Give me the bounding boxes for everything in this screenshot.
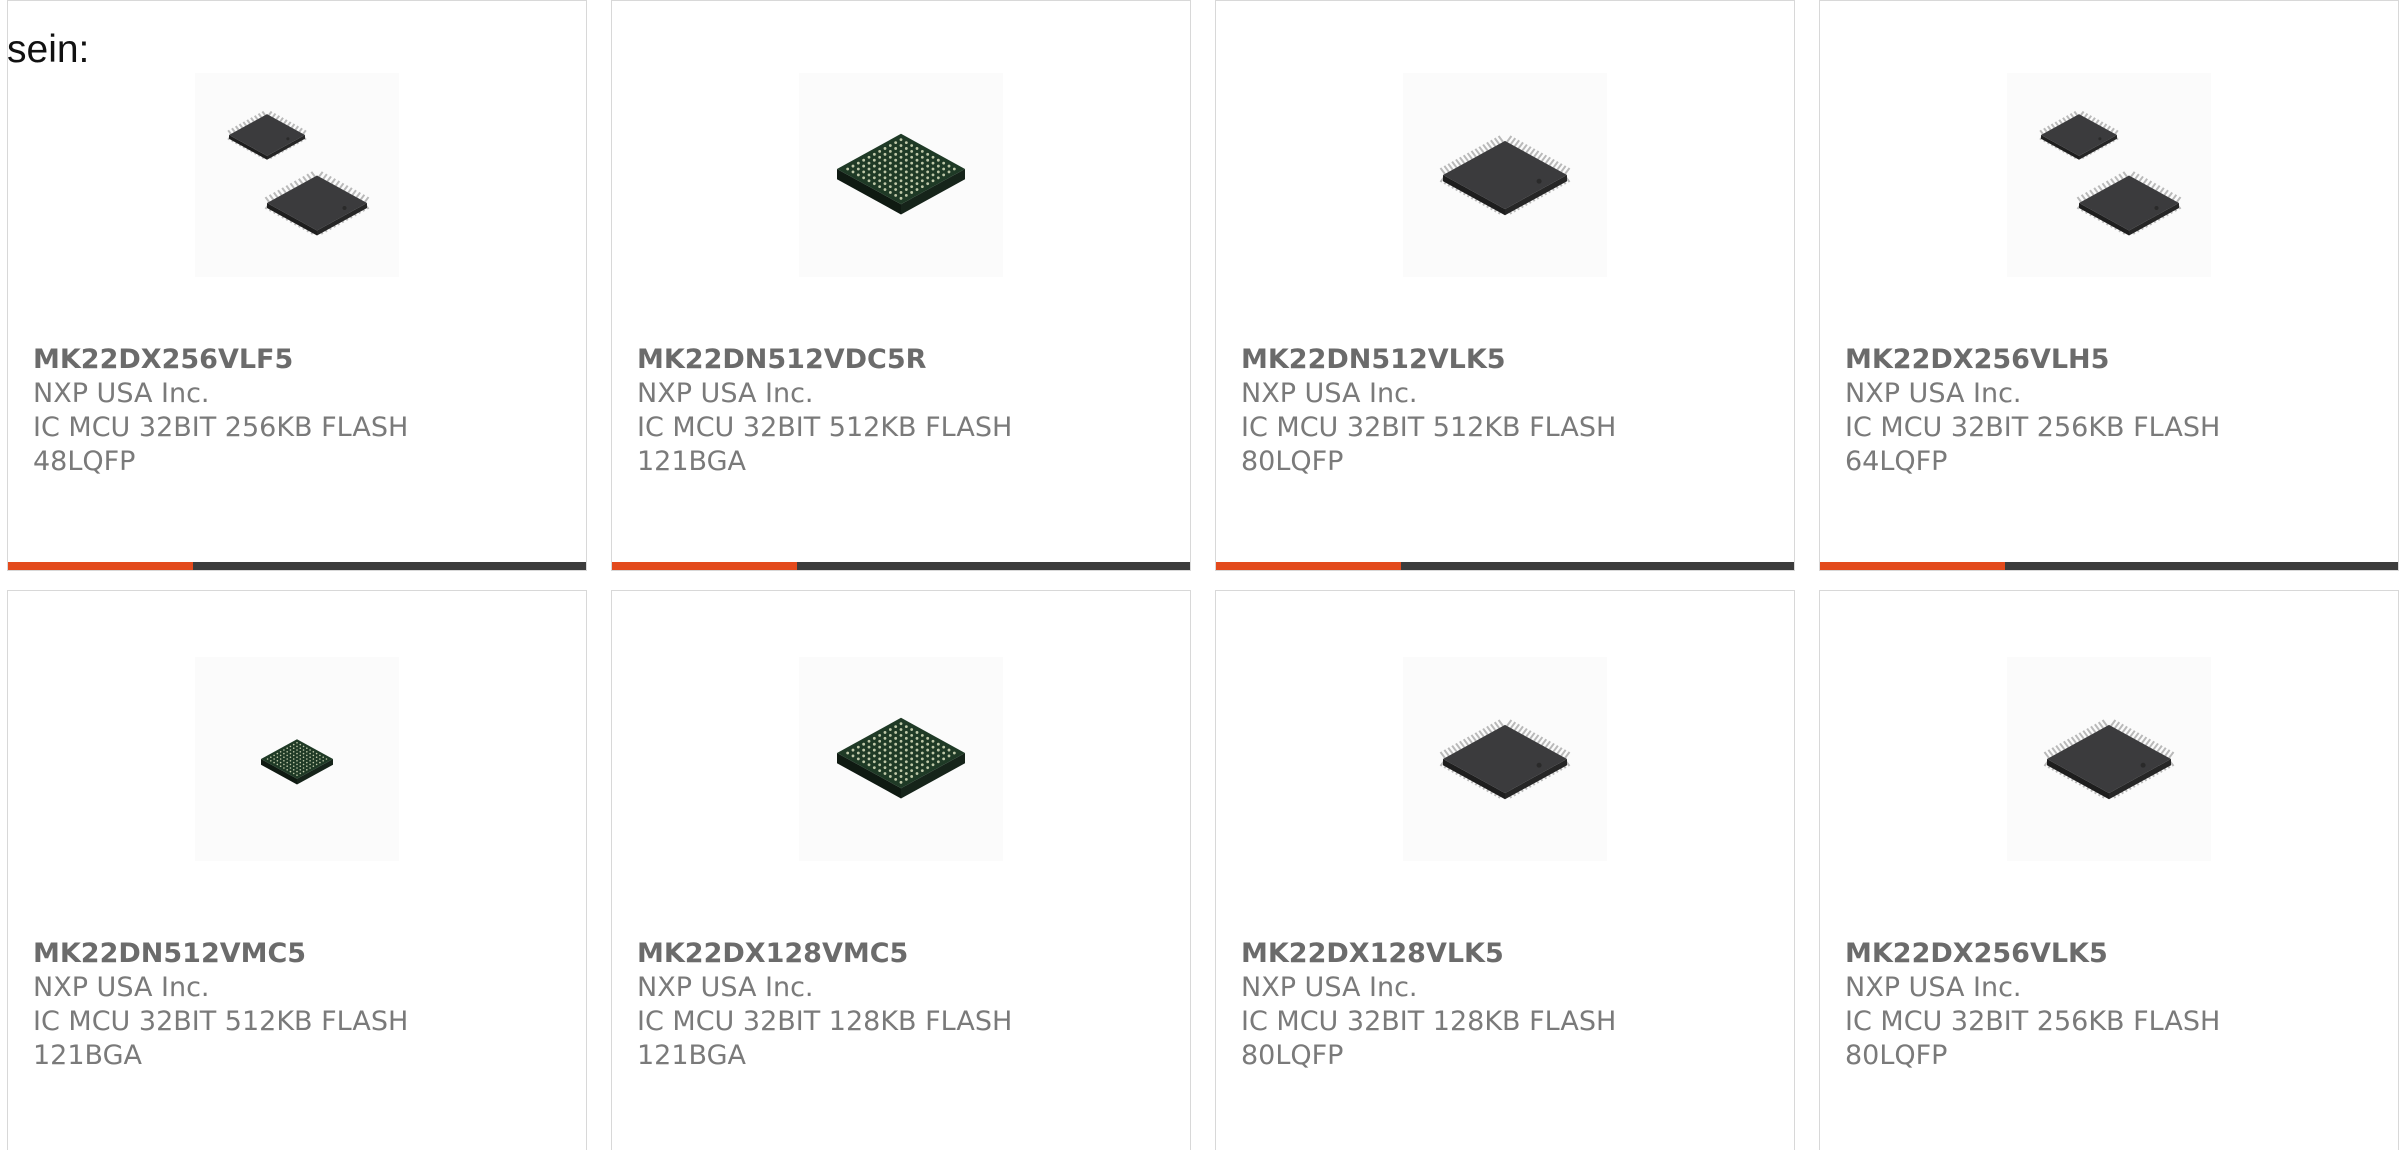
part-number-link[interactable]: MK22DN512VMC5 [33,937,408,971]
progress-bar-fill [612,562,797,570]
description-line-1: IC MCU 32BIT 512KB FLASH [33,1006,409,1037]
product-image[interactable] [1403,73,1607,277]
manufacturer: NXP USA Inc. [1845,972,2022,1003]
part-number-link[interactable]: MK22DX256VLH5 [1845,343,2220,377]
product-image[interactable] [799,657,1003,861]
page: sein: MK22DX256VLF5 NXP USA Inc. IC MCU … [0,0,2400,1150]
small-bga-chip-icon [261,739,333,785]
progress-bar [1216,562,1794,570]
intro-text: sein: [7,28,90,71]
product-info: MK22DX256VLH5 NXP USA Inc. IC MCU 32BIT … [1845,343,2220,479]
manufacturer: NXP USA Inc. [1845,378,2022,409]
description-line-1: IC MCU 32BIT 256KB FLASH [33,412,409,443]
description-line-1: IC MCU 32BIT 512KB FLASH [637,412,1013,443]
bga-chip-icon [837,717,965,799]
progress-bar-fill [1820,562,2005,570]
product-info: MK22DX256VLK5 NXP USA Inc. IC MCU 32BIT … [1845,937,2220,1073]
manufacturer: NXP USA Inc. [1241,378,1418,409]
description-line-2: 80LQFP [1241,446,1344,477]
manufacturer: NXP USA Inc. [637,972,814,1003]
product-card[interactable]: MK22DN512VDC5R NXP USA Inc. IC MCU 32BIT… [611,0,1191,571]
description-line-2: 121BGA [637,1040,746,1071]
description-line-2: 64LQFP [1845,446,1948,477]
lqfp-chip-icon [1439,135,1571,216]
part-number-link[interactable]: MK22DX128VMC5 [637,937,1012,971]
description-line-2: 121BGA [33,1040,142,1071]
description-line-1: IC MCU 32BIT 256KB FLASH [1845,1006,2221,1037]
product-card[interactable]: MK22DX128VLK5 NXP USA Inc. IC MCU 32BIT … [1215,590,1795,1150]
progress-bar [8,562,586,570]
description-line-1: IC MCU 32BIT 128KB FLASH [1241,1006,1617,1037]
part-number-link[interactable]: MK22DN512VDC5R [637,343,1012,377]
lqfp-chip-icon [2043,719,2175,800]
product-card[interactable]: MK22DX256VLK5 NXP USA Inc. IC MCU 32BIT … [1819,590,2399,1150]
product-card[interactable]: MK22DX256VLF5 NXP USA Inc. IC MCU 32BIT … [7,0,587,571]
part-number-link[interactable]: MK22DN512VLK5 [1241,343,1616,377]
product-card[interactable]: MK22DN512VMC5 NXP USA Inc. IC MCU 32BIT … [7,590,587,1150]
description-line-2: 121BGA [637,446,746,477]
product-card[interactable]: MK22DN512VLK5 NXP USA Inc. IC MCU 32BIT … [1215,0,1795,571]
product-info: MK22DX256VLF5 NXP USA Inc. IC MCU 32BIT … [33,343,408,479]
description-line-1: IC MCU 32BIT 128KB FLASH [637,1006,1013,1037]
product-image[interactable] [1403,657,1607,861]
progress-bar [612,562,1190,570]
product-info: MK22DN512VLK5 NXP USA Inc. IC MCU 32BIT … [1241,343,1616,479]
product-card[interactable]: MK22DX256VLH5 NXP USA Inc. IC MCU 32BIT … [1819,0,2399,571]
manufacturer: NXP USA Inc. [1241,972,1418,1003]
product-card[interactable]: MK22DX128VMC5 NXP USA Inc. IC MCU 32BIT … [611,590,1191,1150]
description-line-2: 48LQFP [33,446,136,477]
manufacturer: NXP USA Inc. [33,972,210,1003]
product-info: MK22DX128VMC5 NXP USA Inc. IC MCU 32BIT … [637,937,1012,1073]
progress-bar-fill [1216,562,1401,570]
product-image[interactable] [195,73,399,277]
product-info: MK22DX128VLK5 NXP USA Inc. IC MCU 32BIT … [1241,937,1616,1073]
progress-bar [1820,562,2398,570]
product-info: MK22DN512VMC5 NXP USA Inc. IC MCU 32BIT … [33,937,408,1073]
product-info: MK22DN512VDC5R NXP USA Inc. IC MCU 32BIT… [637,343,1012,479]
product-image[interactable] [799,73,1003,277]
part-number-link[interactable]: MK22DX256VLK5 [1845,937,2220,971]
dual-lqfp-chip-icon [227,110,370,236]
product-image[interactable] [2007,73,2211,277]
manufacturer: NXP USA Inc. [637,378,814,409]
product-image[interactable] [2007,657,2211,861]
product-image[interactable] [195,657,399,861]
description-line-1: IC MCU 32BIT 512KB FLASH [1241,412,1617,443]
part-number-link[interactable]: MK22DX256VLF5 [33,343,408,377]
description-line-1: IC MCU 32BIT 256KB FLASH [1845,412,2221,443]
lqfp-chip-icon [1439,719,1571,800]
product-grid: MK22DX256VLF5 NXP USA Inc. IC MCU 32BIT … [7,0,2399,1150]
part-number-link[interactable]: MK22DX128VLK5 [1241,937,1616,971]
manufacturer: NXP USA Inc. [33,378,210,409]
dual-lqfp-chip-icon [2039,110,2182,236]
progress-bar-fill [8,562,193,570]
description-line-2: 80LQFP [1845,1040,1948,1071]
bga-chip-icon [837,133,965,215]
description-line-2: 80LQFP [1241,1040,1344,1071]
